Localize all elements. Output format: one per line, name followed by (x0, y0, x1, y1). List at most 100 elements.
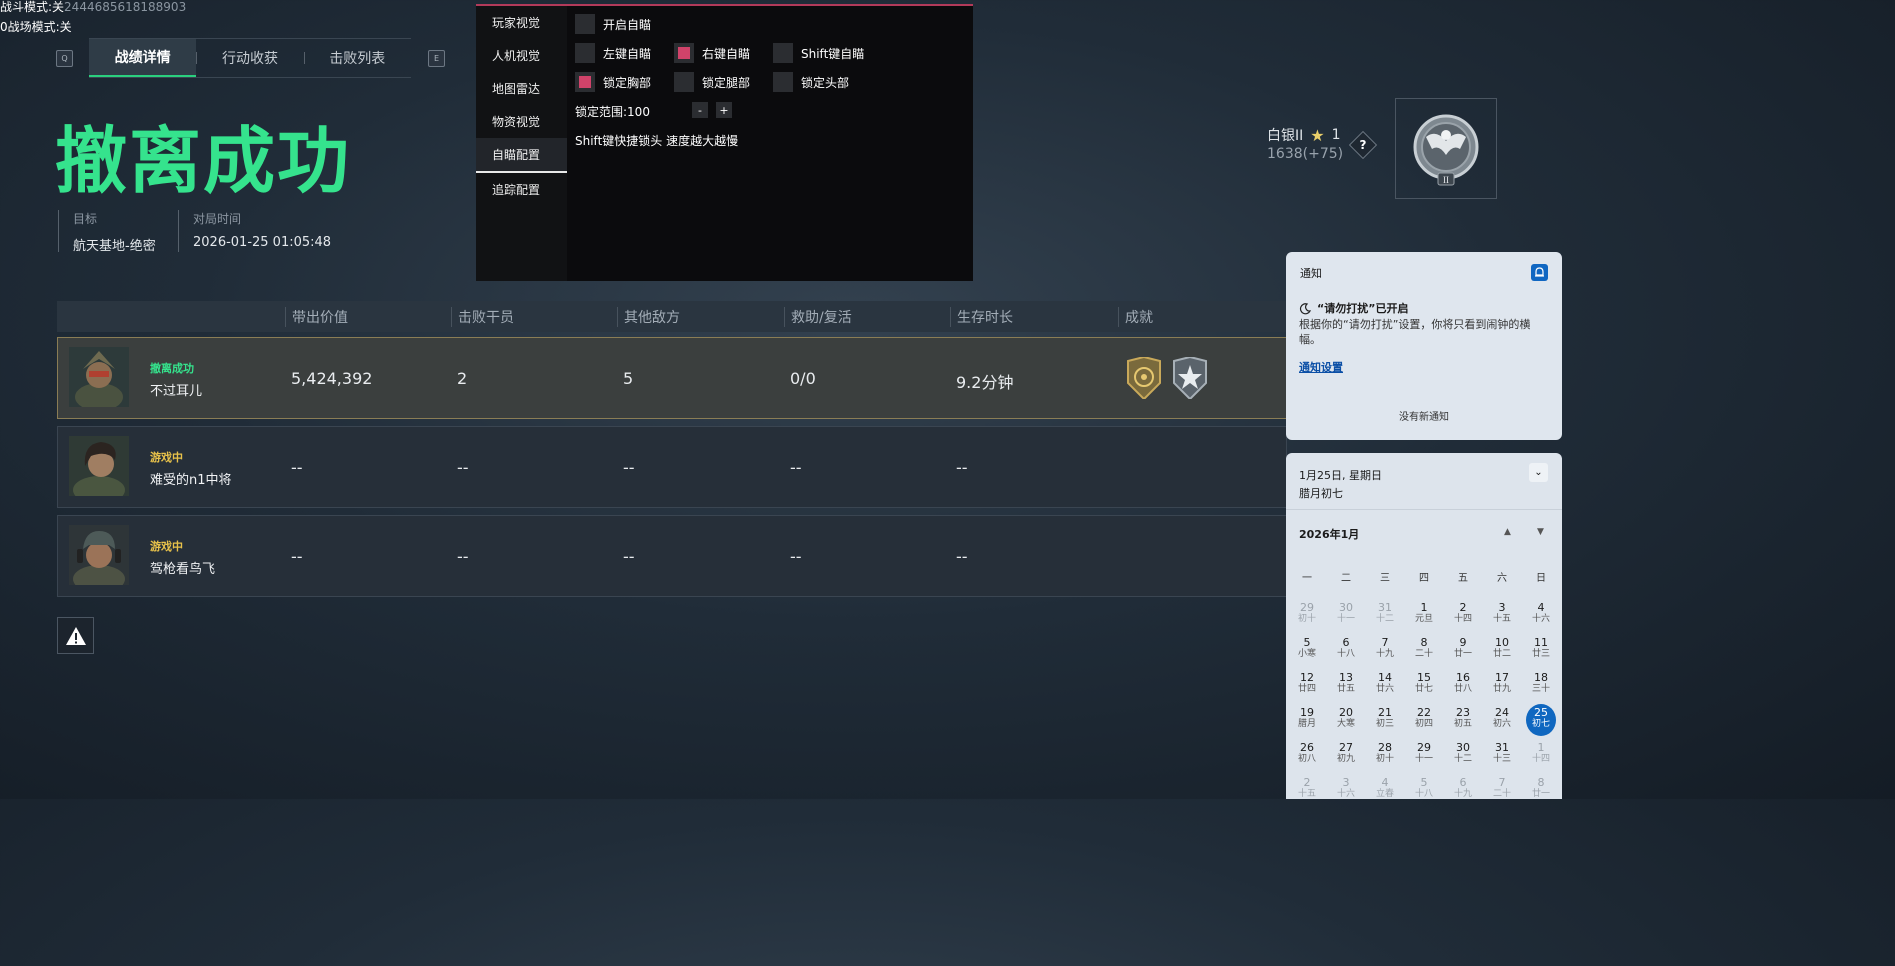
calendar-day[interactable]: 20 大寒 (1331, 704, 1361, 736)
enable-aim-option[interactable]: 开启自瞄 (575, 14, 651, 34)
calendar-day[interactable]: 14 廿六 (1370, 669, 1400, 701)
calendar-day[interactable]: 24 初六 (1487, 704, 1517, 736)
prev-month-button[interactable]: ▲ (1504, 527, 1511, 537)
shift-aim-option[interactable]: Shift键自瞄 (773, 43, 864, 63)
calendar-day[interactable]: 10 廿二 (1487, 634, 1517, 666)
collapse-calendar-button[interactable]: ⌄ (1529, 463, 1548, 482)
calendar-day[interactable]: 12 廿四 (1292, 669, 1322, 701)
tab-kill-list[interactable]: 击败列表 (303, 39, 411, 77)
calendar-day[interactable]: 4 十六 (1526, 599, 1556, 631)
table-row[interactable]: 游戏中 驾枪看鸟飞 -- -- -- -- -- (57, 515, 1287, 597)
next-month-button[interactable]: ▼ (1537, 527, 1544, 537)
calendar-day[interactable]: 3 十六 (1331, 774, 1361, 806)
day-number: 7 (1498, 776, 1506, 789)
range-decrease-button[interactable]: - (692, 102, 708, 118)
sidebar-item-player-visual[interactable]: 玩家视觉 (476, 6, 567, 39)
calendar-day[interactable]: 6 十八 (1331, 634, 1361, 666)
lock-legs-option[interactable]: 锁定腿部 (674, 72, 750, 92)
calendar-day[interactable]: 17 廿九 (1487, 669, 1517, 701)
lunar-day: 三十 (1531, 684, 1550, 694)
avatar (69, 525, 129, 585)
rescue-revive: -- (790, 547, 802, 566)
sidebar-item-aim-config[interactable]: 自瞄配置 (476, 138, 567, 173)
lunar-day: 廿一 (1453, 649, 1472, 659)
achievement-gold-icon[interactable] (1126, 355, 1162, 403)
calendar-day[interactable]: 22 初四 (1409, 704, 1439, 736)
calendar-day[interactable]: 16 廿八 (1448, 669, 1478, 701)
calendar-day[interactable]: 5 十八 (1409, 774, 1439, 806)
left-aim-checkbox[interactable] (575, 43, 595, 63)
day-number: 28 (1378, 741, 1392, 754)
right-aim-checkbox[interactable] (674, 43, 694, 63)
calendar-day[interactable]: 1 元旦 (1409, 599, 1439, 631)
calendar-day[interactable]: 7 十九 (1370, 634, 1400, 666)
calendar-day[interactable]: 30 十二 (1448, 739, 1478, 771)
tab-battle-details[interactable]: 战绩详情 (89, 39, 197, 77)
calendar-day[interactable]: 30 十一 (1331, 599, 1361, 631)
calendar-day[interactable]: 5 小寒 (1292, 634, 1322, 666)
calendar-month-label[interactable]: 2026年1月 (1299, 526, 1359, 542)
tab-action-rewards[interactable]: 行动收获 (196, 39, 303, 77)
calendar-day[interactable]: 23 初五 (1448, 704, 1478, 736)
calendar-day[interactable]: 18 三十 (1526, 669, 1556, 701)
calendar-day[interactable]: 1 十四 (1526, 739, 1556, 771)
range-increase-button[interactable]: + (716, 102, 732, 118)
calendar-day[interactable]: 19 腊月 (1292, 704, 1322, 736)
lock-head-option[interactable]: 锁定头部 (773, 72, 849, 92)
other-enemies: 5 (623, 369, 634, 388)
calendar-day[interactable]: 27 初九 (1331, 739, 1361, 771)
rank-help-button[interactable]: ? (1348, 130, 1378, 160)
calendar-day[interactable]: 29 十一 (1409, 739, 1439, 771)
calendar-day[interactable]: 2 十四 (1448, 599, 1478, 631)
day-number: 15 (1417, 671, 1431, 684)
calendar-day[interactable]: 7 二十 (1487, 774, 1517, 806)
target-value: 航天基地-绝密 (73, 239, 156, 254)
calendar-day[interactable]: 9 廿一 (1448, 634, 1478, 666)
calendar-day[interactable]: 15 廿七 (1409, 669, 1439, 701)
lunar-day: 十六 (1531, 614, 1550, 624)
lunar-day: 大寒 (1336, 719, 1355, 729)
lock-legs-checkbox[interactable] (674, 72, 694, 92)
calendar-day[interactable]: 29 初十 (1292, 599, 1322, 631)
lock-chest-option[interactable]: 锁定胸部 (575, 72, 651, 92)
calendar-day-today[interactable]: 25 初七 (1526, 704, 1556, 736)
sidebar-item-bot-visual[interactable]: 人机视觉 (476, 39, 567, 72)
calendar-day[interactable]: 2 十五 (1292, 774, 1322, 806)
lock-head-checkbox[interactable] (773, 72, 793, 92)
achievement-silver-icon[interactable] (1172, 355, 1208, 403)
weekday-label: 日 (1536, 573, 1546, 584)
sidebar-item-map-radar[interactable]: 地图雷达 (476, 72, 567, 105)
player-status: 撤离成功 (150, 362, 194, 375)
calendar-day[interactable]: 11 廿三 (1526, 634, 1556, 666)
calendar-day[interactable]: 13 廿五 (1331, 669, 1361, 701)
notification-settings-link[interactable]: 通知设置 (1299, 359, 1343, 375)
lock-chest-checkbox[interactable] (575, 72, 595, 92)
left-aim-option[interactable]: 左键自瞄 (575, 43, 651, 63)
lunar-day: 廿二 (1492, 649, 1511, 659)
report-button[interactable] (57, 617, 94, 654)
enable-aim-checkbox[interactable] (575, 14, 595, 34)
calendar-day[interactable]: 8 二十 (1409, 634, 1439, 666)
calendar-day[interactable]: 31 十三 (1487, 739, 1517, 771)
table-row[interactable]: 撤离成功 不过耳儿 5,424,392 2 5 0/0 9.2分钟 (57, 337, 1287, 419)
no-notifications-text: 没有新通知 (1399, 412, 1449, 423)
calendar-day[interactable]: 28 初十 (1370, 739, 1400, 771)
sidebar-item-loot-visual[interactable]: 物资视觉 (476, 105, 567, 138)
right-aim-option[interactable]: 右键自瞄 (674, 43, 750, 63)
shift-aim-checkbox[interactable] (773, 43, 793, 63)
calendar-day[interactable]: 6 十九 (1448, 774, 1478, 806)
session-id: 2444685618188903 (64, 0, 187, 14)
header-other-enemies: 其他敌方 (617, 307, 680, 327)
calendar-day[interactable]: 4 立春 (1370, 774, 1400, 806)
calendar-day[interactable]: 21 初三 (1370, 704, 1400, 736)
help-icon: ? (1359, 138, 1367, 152)
dnd-toggle-button[interactable] (1531, 264, 1548, 281)
calendar-day[interactable]: 3 十五 (1487, 599, 1517, 631)
calendar-day[interactable]: 8 廿一 (1526, 774, 1556, 806)
other-enemies: -- (623, 547, 635, 566)
calendar-day[interactable]: 31 十二 (1370, 599, 1400, 631)
sidebar-item-track-config[interactable]: 追踪配置 (476, 173, 567, 206)
day-number: 29 (1417, 741, 1431, 754)
table-row[interactable]: 游戏中 难受的n1中将 -- -- -- -- -- (57, 426, 1287, 508)
calendar-day[interactable]: 26 初八 (1292, 739, 1322, 771)
